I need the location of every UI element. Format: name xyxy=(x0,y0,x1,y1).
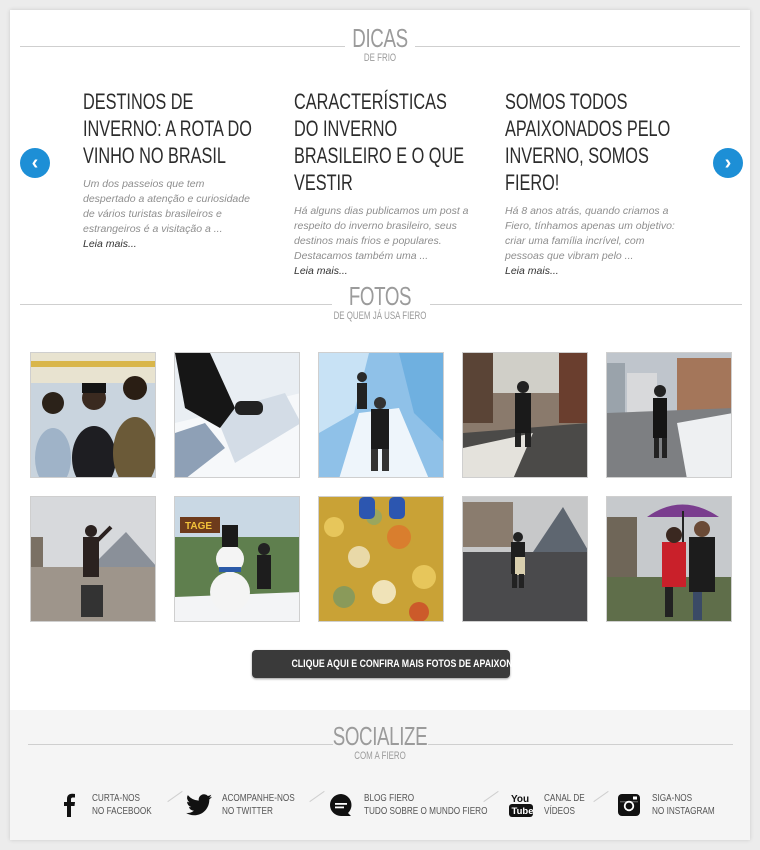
tip-title[interactable]: CARACTERÍSTICAS DO INVERNO BRASILEIRO E … xyxy=(294,88,469,196)
friends-winter-photo xyxy=(31,353,155,477)
twitter-line1: ACOMPANHE-NOS xyxy=(222,793,295,804)
customer-photo[interactable] xyxy=(30,352,156,478)
carousel-next-button[interactable]: › xyxy=(713,148,743,178)
louvre-plaza-photo xyxy=(463,497,587,621)
instagram-icon xyxy=(616,792,642,818)
svg-text:Tube: Tube xyxy=(512,806,534,817)
page-container: DICAS DE FRIO ‹ › DESTINOS DE INVERNO: A… xyxy=(10,10,750,840)
twitter-icon xyxy=(186,792,212,818)
tip-card: SOMOS TODOS APAIXONADOS PELO INVERNO, SO… xyxy=(505,88,680,278)
louvre-pyramid-photo xyxy=(31,497,155,621)
autumn-leaves-photo xyxy=(319,497,443,621)
photos-section-header: FOTOS DE QUEM JÁ USA FIERO xyxy=(10,282,750,322)
tips-heading: DICAS xyxy=(352,23,408,53)
ice-cave-photo xyxy=(319,353,443,477)
chevron-right-icon: › xyxy=(724,152,732,174)
tip-excerpt: Um dos passeios que tem despertado a ate… xyxy=(83,178,250,235)
read-more-link[interactable]: Leia mais... xyxy=(505,264,680,278)
tips-section-header: DICAS DE FRIO xyxy=(10,24,750,64)
customer-photo[interactable] xyxy=(462,496,588,622)
svg-text:TAGE: TAGE xyxy=(185,521,212,532)
social-heading: SOCIALIZE xyxy=(332,721,428,751)
youtube-line1: CANAL DE xyxy=(544,793,585,804)
instagram-line2: NO INSTAGRAM xyxy=(652,806,715,817)
customer-photo[interactable] xyxy=(318,496,444,622)
customer-photo[interactable] xyxy=(318,352,444,478)
read-more-link[interactable]: Leia mais... xyxy=(83,237,258,251)
couple-umbrella-photo xyxy=(607,497,731,621)
carousel-prev-button[interactable]: ‹ xyxy=(20,148,50,178)
customer-photo[interactable] xyxy=(606,496,732,622)
social-subheading: COM A FIERO xyxy=(354,750,406,762)
customer-photo[interactable] xyxy=(174,352,300,478)
photos-heading: FOTOS xyxy=(348,281,412,311)
facebook-icon xyxy=(56,792,82,818)
snowman-photo: TAGE xyxy=(175,497,299,621)
more-photos-button[interactable]: CLIQUE AQUI E CONFIRA MAIS FOTOS DE APAI… xyxy=(252,650,607,678)
youtube-line2: VÍDEOS xyxy=(544,806,575,817)
more-photos-label: CLIQUE AQUI E CONFIRA MAIS FOTOS DE APAI… xyxy=(291,658,607,670)
twitter-link[interactable]: ACOMPANHE-NOS NO TWITTER xyxy=(186,790,311,820)
tips-subheading: DE FRIO xyxy=(363,52,397,64)
youtube-link[interactable]: You Tube CANAL DE VÍDEOS xyxy=(508,790,594,820)
blog-icon xyxy=(328,792,354,818)
blog-line1: BLOG FIERO xyxy=(364,793,415,804)
city-snow-photo xyxy=(607,353,731,477)
twitter-line2: NO TWITTER xyxy=(222,806,273,817)
tip-excerpt: Há 8 anos atrás, quando criamos a Fiero,… xyxy=(505,205,675,262)
photos-subheading: DE QUEM JÁ USA FIERO xyxy=(333,310,427,322)
blog-line2: TUDO SOBRE O MUNDO FIERO xyxy=(364,806,488,817)
customer-photo[interactable]: TAGE xyxy=(174,496,300,622)
blog-link[interactable]: BLOG FIERO TUDO SOBRE O MUNDO FIERO xyxy=(328,790,515,820)
youtube-icon: You Tube xyxy=(508,792,534,818)
svg-text:You: You xyxy=(511,794,529,805)
customer-photo[interactable] xyxy=(606,352,732,478)
tip-card: DESTINOS DE INVERNO: A ROTA DO VINHO NO … xyxy=(83,88,258,251)
customer-photo[interactable] xyxy=(30,496,156,622)
social-section-header: SOCIALIZE COM A FIERO xyxy=(10,722,750,762)
facebook-line1: CURTA-NOS xyxy=(92,793,140,804)
customer-photo[interactable] xyxy=(462,352,588,478)
tip-title[interactable]: SOMOS TODOS APAIXONADOS PELO INVERNO, SO… xyxy=(505,88,680,196)
instagram-line1: SIGA-NOS xyxy=(652,793,693,804)
facebook-link[interactable]: CURTA-NOS NO FACEBOOK xyxy=(56,790,165,820)
facebook-line2: NO FACEBOOK xyxy=(92,806,152,817)
tip-title[interactable]: DESTINOS DE INVERNO: A ROTA DO VINHO NO … xyxy=(83,88,258,169)
instagram-link[interactable]: SIGA-NOS NO INSTAGRAM xyxy=(616,790,728,820)
tip-card: CARACTERÍSTICAS DO INVERNO BRASILEIRO E … xyxy=(294,88,469,278)
chevron-left-icon: ‹ xyxy=(31,152,39,174)
read-more-link[interactable]: Leia mais... xyxy=(294,264,469,278)
city-street-snow-photo xyxy=(463,353,587,477)
tip-excerpt: Há alguns dias publicamos um post a resp… xyxy=(294,205,469,262)
snow-boot-photo xyxy=(175,353,299,477)
